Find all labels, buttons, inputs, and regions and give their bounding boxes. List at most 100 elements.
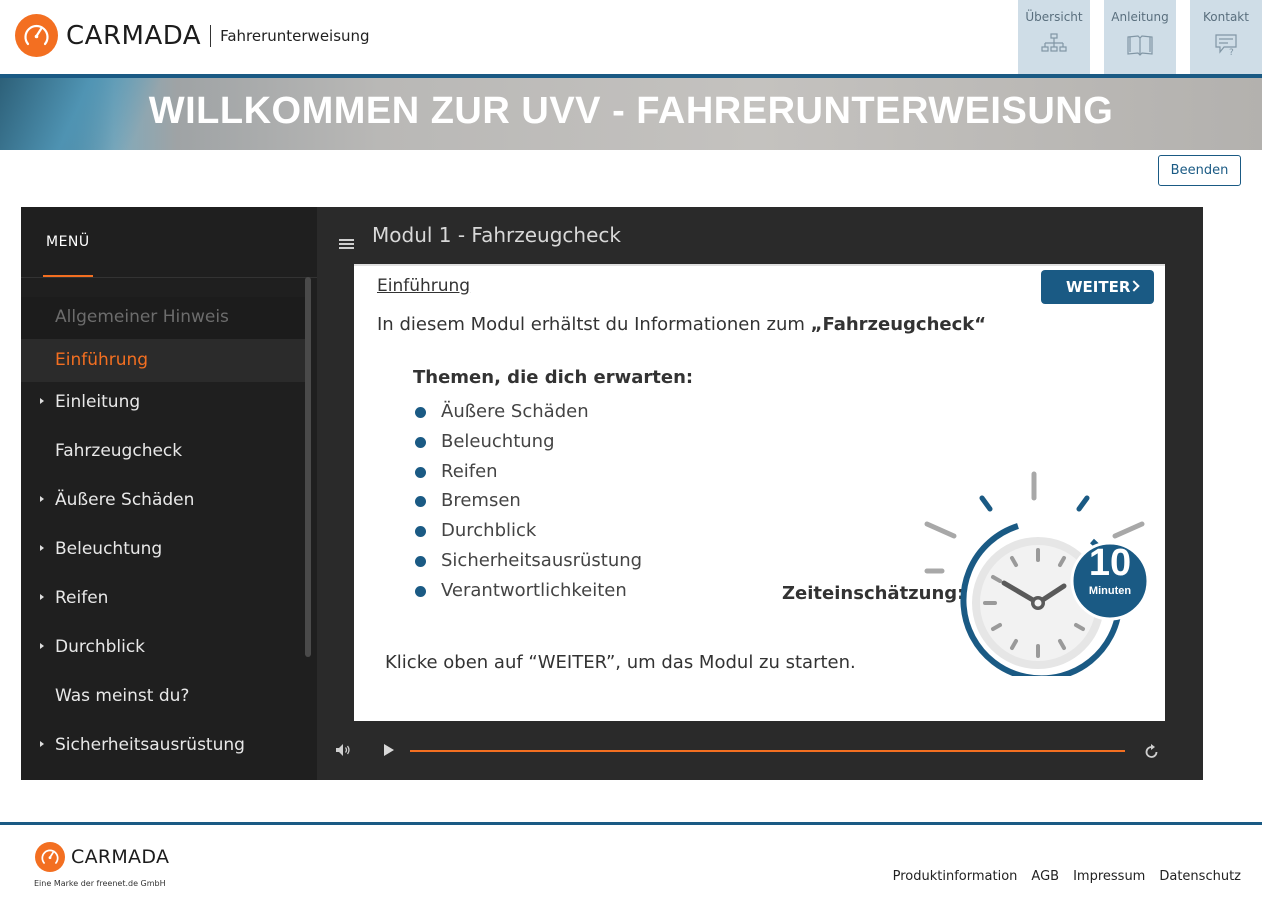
menu-item-sicherheitsausruestung[interactable]: Sicherheitsausrüstung (21, 725, 305, 774)
bullet-icon (415, 466, 426, 478)
topic-label: Beleuchtung (441, 430, 555, 452)
menu-list: Allgemeiner Hinweis Einführung Einleitun… (21, 297, 305, 774)
slide: Einführung WEITER In diesem Modul erhält… (354, 264, 1165, 721)
list-item: Verantwortlichkeiten (415, 578, 642, 608)
footer-rule (0, 822, 1262, 825)
menu-item-beleuchtung[interactable]: Beleuchtung (21, 529, 305, 578)
footer-link-impressum[interactable]: Impressum (1073, 869, 1145, 884)
themes-heading: Themen, die dich erwarten: (413, 367, 694, 388)
nav-uebersicht[interactable]: Übersicht (1018, 0, 1090, 74)
menu-item-aeussere-schaeden[interactable]: Äußere Schäden (21, 480, 305, 529)
nav-anleitung[interactable]: Anleitung (1104, 0, 1176, 74)
carmada-logo[interactable]: CARMADA Fahrerunterweisung (15, 14, 370, 57)
menu-title: MENÜ (46, 234, 90, 250)
sidebar-menu: MENÜ Allgemeiner Hinweis Einführung Einl… (21, 207, 317, 780)
footer-logo[interactable]: CARMADA (35, 842, 169, 872)
menu-toggle-icon[interactable] (339, 239, 354, 251)
expand-caret-icon[interactable] (40, 496, 44, 502)
bullet-icon (415, 436, 426, 448)
topics-list: Äußere Schäden Beleuchtung Reifen Bremse… (415, 399, 642, 608)
footer-link-agb[interactable]: AGB (1031, 869, 1059, 884)
next-button[interactable]: WEITER (1041, 270, 1154, 304)
play-icon[interactable] (384, 744, 394, 756)
bullet-icon (415, 496, 426, 508)
topic-label: Äußere Schäden (441, 401, 589, 422)
menu-item-was-meinst-du[interactable]: Was meinst du? (21, 676, 305, 725)
menu-item-einfuehrung[interactable]: Einführung (21, 339, 305, 382)
replay-icon[interactable] (1145, 743, 1159, 759)
expand-caret-icon[interactable] (40, 545, 44, 551)
menu-item-einleitung[interactable]: Einleitung (21, 382, 305, 431)
menu-item-label: Beleuchtung (55, 539, 163, 559)
nav-label: Übersicht (1025, 10, 1083, 24)
module-title: Modul 1 - Fahrzeugcheck (372, 223, 621, 247)
list-item: Beleuchtung (415, 429, 642, 459)
volume-icon[interactable] (335, 743, 351, 757)
menu-item-label: Reifen (55, 588, 109, 608)
sitemap-icon (1041, 33, 1067, 52)
speedometer-icon (35, 842, 65, 872)
time-estimate-value: 10 (1088, 542, 1132, 584)
topic-label: Sicherheitsausrüstung (441, 549, 643, 571)
nav-kontakt[interactable]: Kontakt ? (1190, 0, 1262, 74)
svg-text:?: ? (1229, 48, 1234, 57)
intro-text: In diesem Modul erhältst du Informatione… (377, 314, 986, 335)
start-hint: Klicke oben auf “WEITER”, um das Modul z… (385, 652, 856, 673)
menu-item-fahrzeugcheck[interactable]: Fahrzeugcheck (21, 431, 305, 480)
course-player: MENÜ Allgemeiner Hinweis Einführung Einl… (21, 207, 1203, 780)
intro-prefix: In diesem Modul erhältst du Informatione… (377, 314, 811, 335)
expand-caret-icon[interactable] (40, 398, 44, 404)
progress-bar[interactable] (410, 750, 1125, 752)
menu-item-durchblick[interactable]: Durchblick (21, 627, 305, 676)
menu-item-label: Fahrzeugcheck (55, 441, 183, 461)
bullet-icon (415, 585, 426, 597)
slide-heading: Einführung (377, 276, 471, 296)
brand-name: CARMADA (66, 20, 202, 51)
list-item: Reifen (415, 459, 642, 489)
menu-item-label: Allgemeiner Hinweis (55, 307, 229, 327)
nav-label: Kontakt (1203, 10, 1249, 24)
topic-label: Verantwortlichkeiten (441, 579, 627, 601)
expand-caret-icon[interactable] (40, 643, 44, 649)
chat-question-icon: ? (1215, 34, 1237, 57)
bullet-icon (415, 407, 426, 418)
menu-item-allgemeiner-hinweis[interactable]: Allgemeiner Hinweis (21, 297, 305, 339)
list-item: Äußere Schäden (415, 399, 642, 429)
menu-item-label: Äußere Schäden (55, 490, 195, 510)
list-item: Durchblick (415, 518, 642, 548)
footer-link-datenschutz[interactable]: Datenschutz (1159, 869, 1241, 884)
list-item: Sicherheitsausrüstung (415, 548, 642, 578)
expand-caret-icon[interactable] (40, 594, 44, 600)
divider (21, 277, 317, 278)
expand-caret-icon[interactable] (40, 741, 44, 747)
playback-controls (317, 735, 1203, 765)
footer-tagline: Eine Marke der freenet.de GmbH (34, 879, 166, 888)
footer-brand: CARMADA (71, 846, 170, 868)
banner-title: WILLKOMMEN ZUR UVV - FAHRERUNTERWEISUNG (148, 90, 1114, 132)
top-nav: Übersicht Anleitung Kontakt ? (1018, 0, 1262, 74)
book-icon (1127, 35, 1153, 56)
menu-item-label: Einführung (55, 350, 149, 370)
content-area: Modul 1 - Fahrzeugcheck Einführung WEITE… (317, 207, 1203, 780)
topic-label: Reifen (441, 460, 498, 482)
footer-links: Produktinformation AGB Impressum Datensc… (879, 869, 1241, 884)
speedometer-icon (15, 14, 58, 57)
menu-item-reifen[interactable]: Reifen (21, 578, 305, 627)
brand-subtitle: Fahrerunterweisung (220, 26, 370, 45)
menu-item-label: Einleitung (55, 392, 141, 412)
bullet-icon (415, 526, 426, 538)
topic-label: Durchblick (441, 520, 537, 542)
end-button[interactable]: Beenden (1158, 155, 1241, 186)
time-estimate-unit: Minuten (1088, 585, 1132, 597)
next-button-label: WEITER (1066, 278, 1131, 296)
sidebar-scrollbar[interactable] (305, 277, 311, 657)
topic-label: Bremsen (441, 490, 521, 512)
footer-link-produktinformation[interactable]: Produktinformation (893, 869, 1018, 884)
site-header: CARMADA Fahrerunterweisung Übersicht Anl… (0, 0, 1262, 74)
bullet-icon (415, 555, 426, 567)
hero-banner: WILLKOMMEN ZUR UVV - FAHRERUNTERWEISUNG (0, 78, 1262, 150)
list-item: Bremsen (415, 488, 642, 518)
nav-label: Anleitung (1111, 10, 1169, 24)
menu-item-label: Was meinst du? (55, 686, 190, 706)
intro-topic: „Fahrzeugcheck“ (810, 314, 987, 335)
